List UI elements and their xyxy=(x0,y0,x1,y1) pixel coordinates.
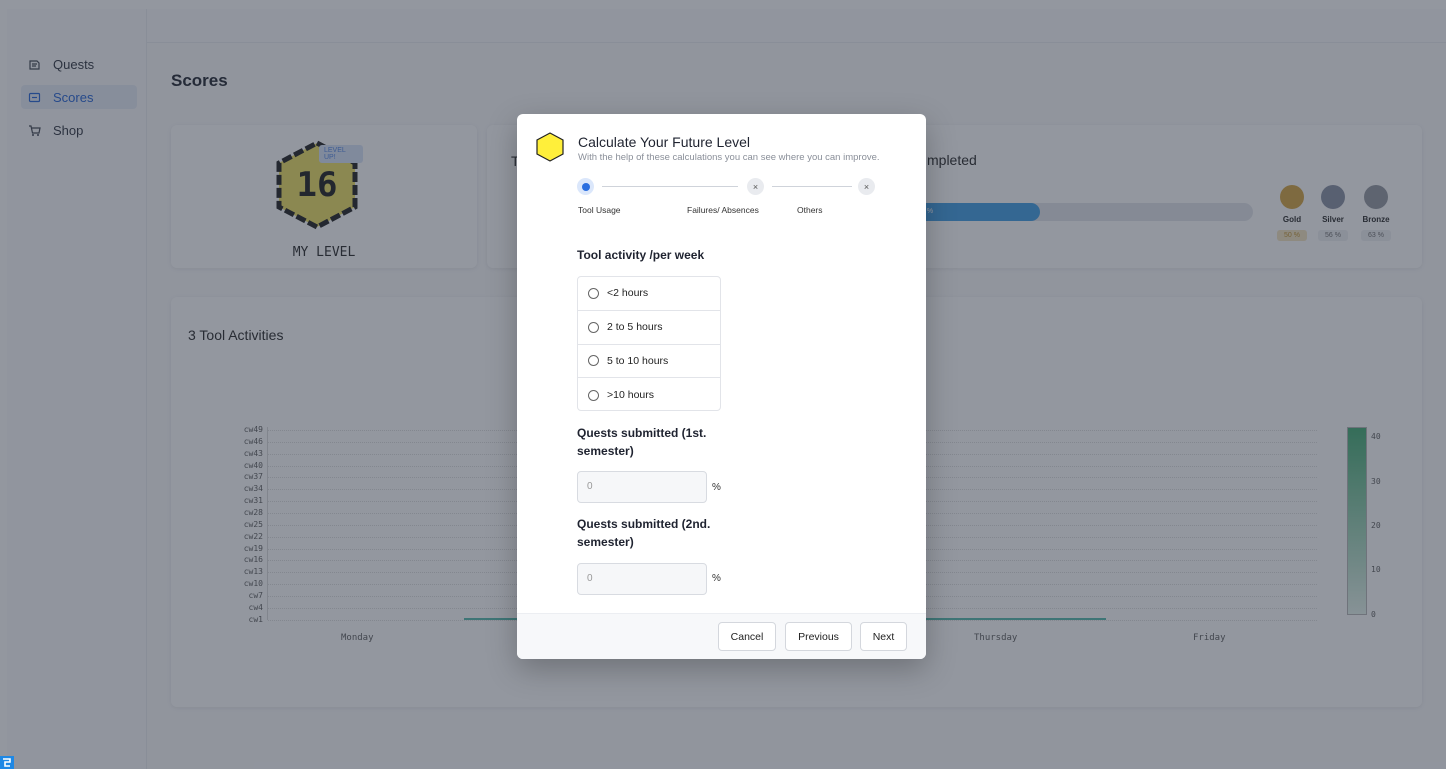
quests-1st-heading: Quests submitted (1st. semester) xyxy=(577,426,707,458)
tool-activity-heading: Tool activity /per week xyxy=(577,248,705,262)
radio-option-2to5[interactable]: 2 to 5 hours xyxy=(578,311,720,345)
modal-footer: Cancel Previous Next xyxy=(517,613,926,659)
radio-label: >10 hours xyxy=(607,389,654,402)
step-connector xyxy=(602,186,738,187)
radio-option-lt2[interactable]: <2 hours xyxy=(578,277,720,311)
radio-label: 2 to 5 hours xyxy=(607,321,663,334)
radio-option-5to10[interactable]: 5 to 10 hours xyxy=(578,345,720,379)
radio-option-gt10[interactable]: >10 hours xyxy=(578,378,720,412)
modal-title: Calculate Your Future Level xyxy=(578,134,750,150)
stepper: × × Tool Usage Failures/ Absences Others xyxy=(577,178,875,218)
future-level-modal: Calculate Your Future Level With the hel… xyxy=(517,114,926,659)
step-1-indicator[interactable] xyxy=(577,178,594,195)
tool-activity-radio-group: <2 hours 2 to 5 hours 5 to 10 hours >10 … xyxy=(577,276,721,411)
radio-label: <2 hours xyxy=(607,287,649,300)
step-label-tool-usage: Tool Usage xyxy=(578,205,621,215)
percent-unit: % xyxy=(712,573,721,584)
step-label-failures: Failures/ Absences xyxy=(687,205,759,215)
quests-2nd-input[interactable]: 0 xyxy=(577,563,707,595)
corner-app-icon[interactable] xyxy=(0,756,14,769)
radio-label: 5 to 10 hours xyxy=(607,354,669,367)
cancel-button[interactable]: Cancel xyxy=(718,622,776,651)
previous-button[interactable]: Previous xyxy=(785,622,852,651)
hexagon-icon xyxy=(536,132,564,162)
quests-2nd-heading: Quests submitted (2nd. semester) xyxy=(577,517,711,549)
quests-1st-input[interactable]: 0 xyxy=(577,471,707,503)
radio-icon[interactable] xyxy=(588,287,599,299)
percent-unit: % xyxy=(712,482,721,493)
radio-icon[interactable] xyxy=(588,321,599,333)
modal-subtitle: With the help of these calculations you … xyxy=(578,152,880,163)
step-connector xyxy=(772,186,852,187)
step-2-indicator[interactable]: × xyxy=(747,178,764,195)
radio-icon[interactable] xyxy=(588,389,599,401)
next-button[interactable]: Next xyxy=(860,622,907,651)
radio-icon[interactable] xyxy=(588,355,599,367)
step-3-indicator[interactable]: × xyxy=(858,178,875,195)
step-label-others: Others xyxy=(797,205,823,215)
